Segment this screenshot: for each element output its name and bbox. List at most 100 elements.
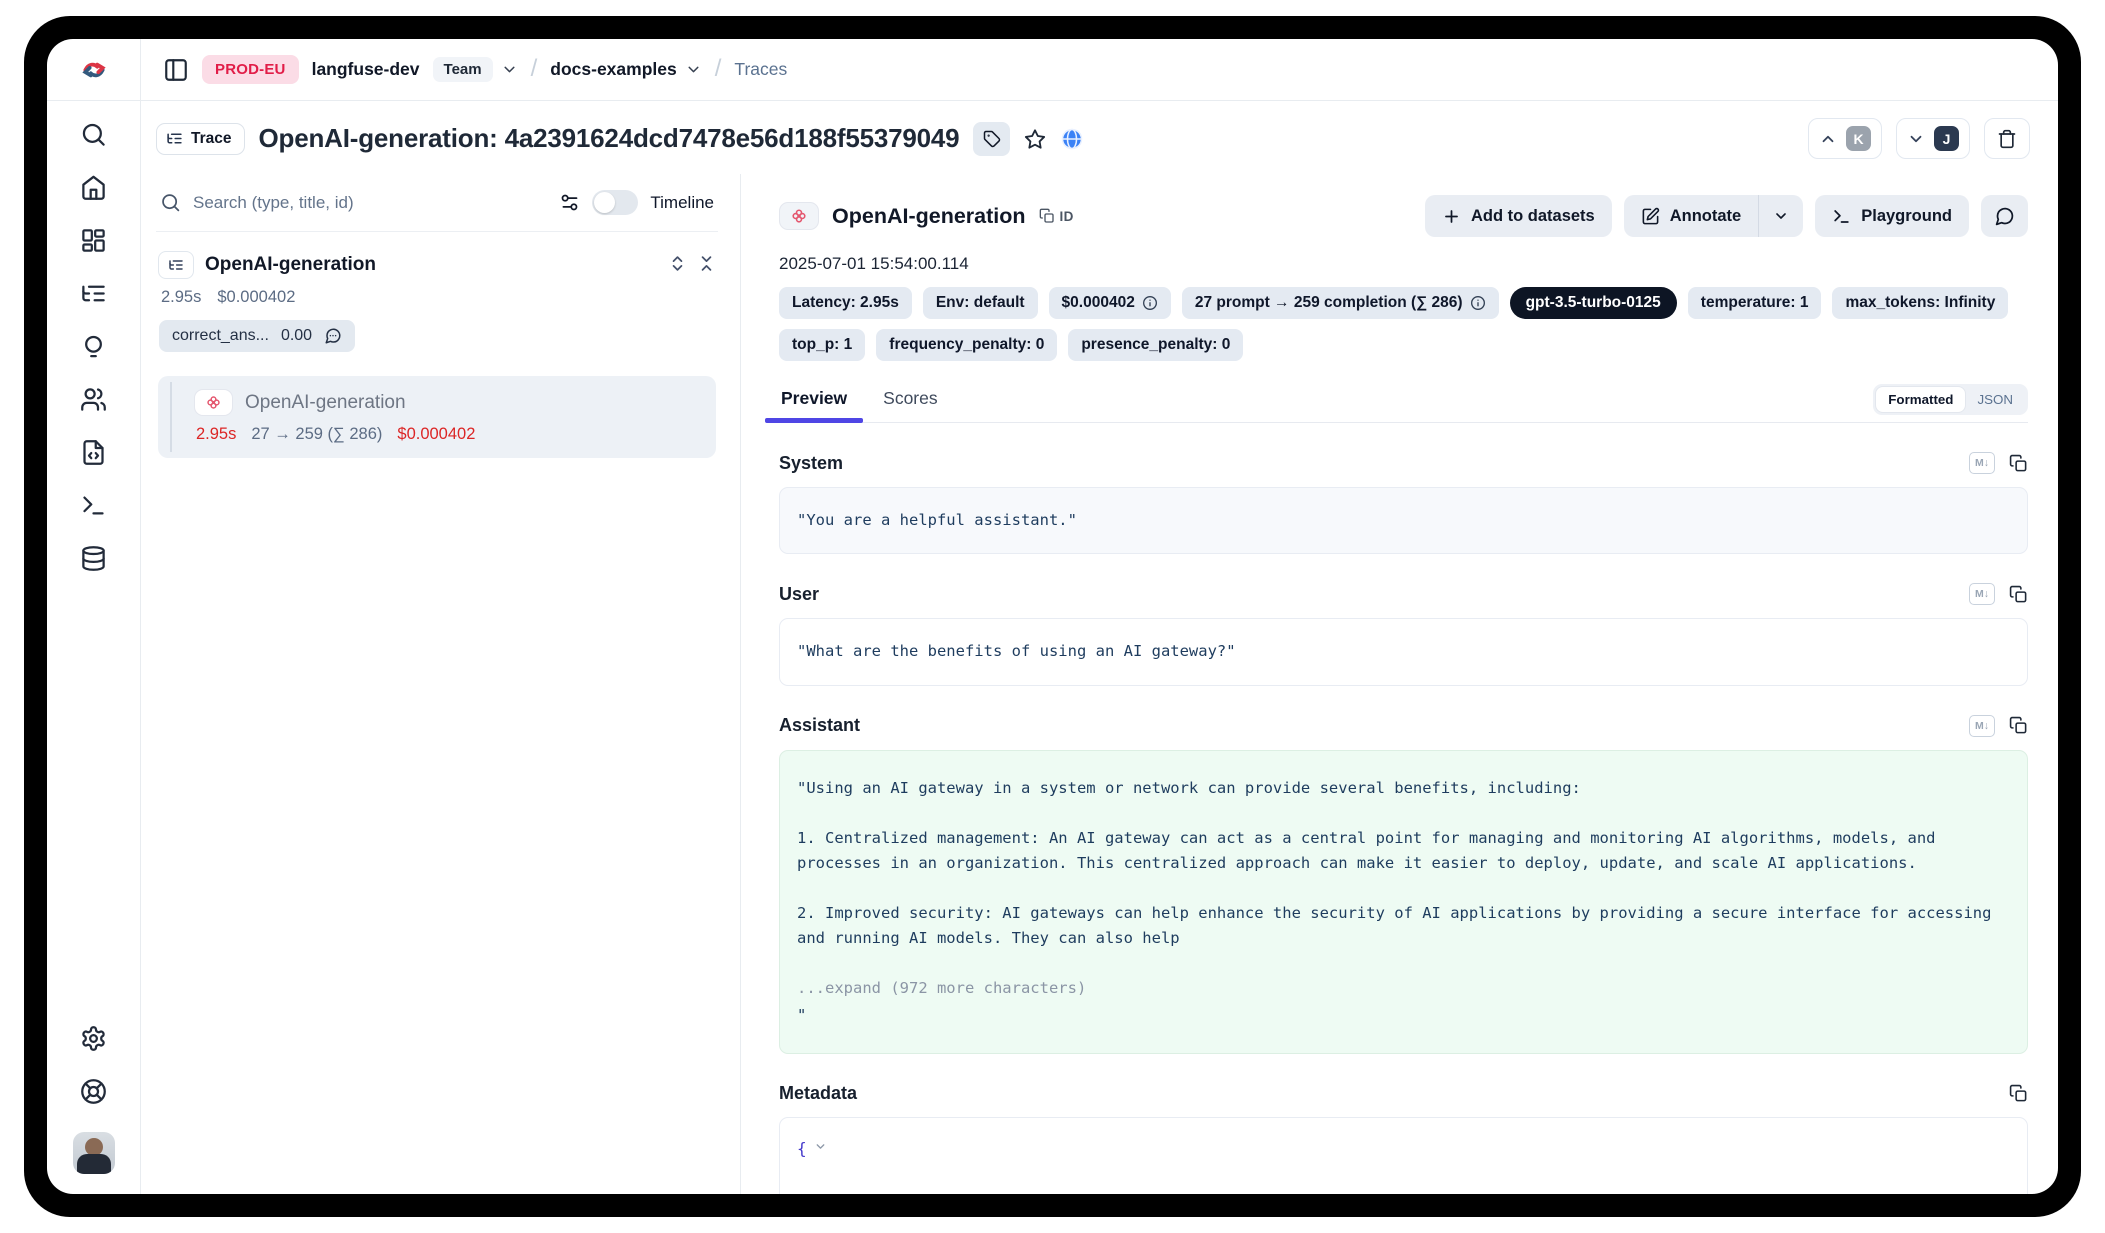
tag-icon[interactable]: [973, 122, 1010, 156]
tracing-icon[interactable]: [80, 280, 107, 308]
assistant-paragraph: 1. Centralized management: An AI gateway…: [797, 826, 2010, 876]
user-avatar[interactable]: [73, 1132, 115, 1174]
markdown-toggle-icon[interactable]: M↓: [1969, 715, 1995, 737]
info-icon[interactable]: [1142, 295, 1158, 311]
assistant-section: Assistant M↓ "Using an AI gateway in a s…: [779, 715, 2028, 1055]
observation-timestamp: 2025-07-01 15:54:00.114: [779, 254, 2028, 274]
annotate-button[interactable]: Annotate: [1624, 195, 1760, 237]
id-label: ID: [1060, 209, 1074, 224]
org-plan-dropdown[interactable]: Team: [433, 57, 518, 82]
metadata-content: {: [779, 1117, 2028, 1194]
assistant-paragraph: 2. Improved security: AI gateways can he…: [797, 901, 2010, 951]
tab-preview[interactable]: Preview: [779, 388, 849, 422]
generation-node-badge: [194, 389, 233, 416]
chevron-down-icon: [1907, 130, 1925, 148]
copy-icon[interactable]: [2009, 1084, 2028, 1103]
comments-button[interactable]: [1981, 195, 2028, 237]
system-section: System M↓ "You are a helpful assistant.": [779, 452, 2028, 554]
format-formatted-option[interactable]: Formatted: [1876, 387, 1965, 412]
add-to-datasets-button[interactable]: Add to datasets: [1425, 195, 1612, 237]
public-globe-icon[interactable]: [1060, 127, 1084, 151]
filter-settings-icon[interactable]: [559, 192, 580, 213]
home-icon[interactable]: [80, 174, 107, 202]
collapse-all-icon[interactable]: [697, 254, 716, 276]
markdown-toggle-icon[interactable]: M↓: [1969, 583, 1995, 605]
breadcrumb-separator: /: [715, 55, 722, 83]
timeline-toggle[interactable]: [592, 190, 638, 215]
delete-trace-button[interactable]: [1984, 118, 2030, 159]
json-brace[interactable]: {: [797, 1137, 807, 1161]
environment-badge[interactable]: PROD-EU: [202, 55, 299, 84]
expand-all-icon[interactable]: [668, 254, 687, 276]
copy-id-button[interactable]: ID: [1039, 208, 1074, 224]
generation-cost: $0.000402: [397, 425, 475, 444]
org-plan-badge: Team: [433, 57, 493, 82]
datasets-database-icon[interactable]: [80, 545, 107, 573]
system-message-content: "You are a helpful assistant.": [779, 487, 2028, 554]
assistant-label: Assistant: [779, 715, 860, 736]
markdown-toggle-icon[interactable]: M↓: [1969, 452, 1995, 474]
closing-quote: ": [797, 1003, 2010, 1028]
playground-button[interactable]: Playground: [1815, 195, 1969, 237]
observation-badges: Latency: 2.95s Env: default $0.000402 27…: [779, 287, 2028, 361]
tab-scores[interactable]: Scores: [881, 388, 939, 422]
generation-tree-item-selected[interactable]: OpenAI-generation 2.95s 27 → 259 (∑ 286)…: [158, 376, 716, 458]
breadcrumb-traces[interactable]: Traces: [734, 59, 787, 80]
list-tree-icon: [166, 130, 183, 147]
settings-gear-icon[interactable]: [80, 1025, 107, 1053]
search-icon[interactable]: [80, 121, 107, 149]
annotate-dropdown-chevron[interactable]: [1759, 195, 1803, 237]
support-lifebuoy-icon[interactable]: [80, 1078, 107, 1106]
playground-terminal-icon[interactable]: [80, 492, 107, 520]
top-bar: PROD-EU langfuse-dev Team / docs-example…: [47, 39, 2058, 101]
trace-header-bar: Trace OpenAI-generation: 4a2391624dcd747…: [141, 101, 2058, 174]
info-icon[interactable]: [1470, 295, 1486, 311]
format-json-option[interactable]: JSON: [1965, 387, 2025, 412]
expand-link[interactable]: ...expand (972 more characters): [797, 976, 2010, 1001]
observation-title: OpenAI-generation: [832, 204, 1026, 229]
comment-bubble-icon: [1994, 206, 2015, 227]
temperature-badge: temperature: 1: [1688, 287, 1822, 319]
score-name: correct_ans...: [172, 327, 269, 345]
star-icon[interactable]: [1024, 128, 1046, 150]
presence-penalty-badge: presence_penalty: 0: [1068, 329, 1243, 361]
generation-node-badge: [779, 202, 819, 230]
dashboards-icon[interactable]: [80, 227, 107, 255]
org-name[interactable]: langfuse-dev: [312, 59, 420, 80]
prompts-file-code-icon[interactable]: [80, 439, 107, 467]
chevron-down-icon: [685, 61, 702, 78]
project-dropdown[interactable]: docs-examples: [550, 59, 701, 80]
previous-trace-button[interactable]: K: [1808, 118, 1882, 159]
generation-tokens: 27 → 259 (∑ 286): [251, 425, 382, 444]
next-trace-button[interactable]: J: [1896, 118, 1970, 159]
score-badge[interactable]: correct_ans... 0.00: [159, 320, 355, 352]
assistant-paragraph: "Using an AI gateway in a system or netw…: [797, 776, 2010, 801]
chevron-down-icon: [501, 61, 518, 78]
tree-root-item[interactable]: OpenAI-generation: [158, 251, 716, 279]
sidebar-toggle-icon[interactable]: [163, 57, 189, 83]
trace-tree-panel: Timeline OpenAI-generation: [141, 174, 741, 1194]
trace-latency: 2.95s: [161, 288, 201, 307]
search-input[interactable]: [193, 193, 547, 213]
format-toggle: Formatted JSON: [1873, 384, 2028, 415]
copy-icon[interactable]: [2009, 585, 2028, 604]
insights-lightbulb-icon[interactable]: [80, 333, 107, 361]
keyboard-shortcut-j: J: [1934, 126, 1959, 151]
user-message-content: "What are the benefits of using an AI ga…: [779, 618, 2028, 685]
project-name: docs-examples: [550, 59, 676, 80]
user-section: User M↓ "What are the benefits of using …: [779, 583, 2028, 685]
users-icon[interactable]: [80, 386, 107, 414]
metadata-label: Metadata: [779, 1083, 857, 1104]
copy-icon[interactable]: [2009, 716, 2028, 735]
assistant-message-content: "Using an AI gateway in a system or netw…: [779, 750, 2028, 1055]
langfuse-logo[interactable]: [47, 39, 141, 100]
window-frame: PROD-EU langfuse-dev Team / docs-example…: [24, 16, 2081, 1217]
max-tokens-badge: max_tokens: Infinity: [1832, 287, 2008, 319]
metadata-section: Metadata {: [779, 1083, 2028, 1194]
trash-icon: [1997, 129, 2017, 149]
trace-title: OpenAI-generation: 4a2391624dcd7478e56d1…: [259, 123, 960, 154]
copy-icon[interactable]: [2009, 454, 2028, 473]
keyboard-shortcut-k: K: [1846, 126, 1871, 151]
chevron-down-icon[interactable]: [814, 1140, 827, 1153]
generation-clover-icon: [790, 207, 808, 225]
